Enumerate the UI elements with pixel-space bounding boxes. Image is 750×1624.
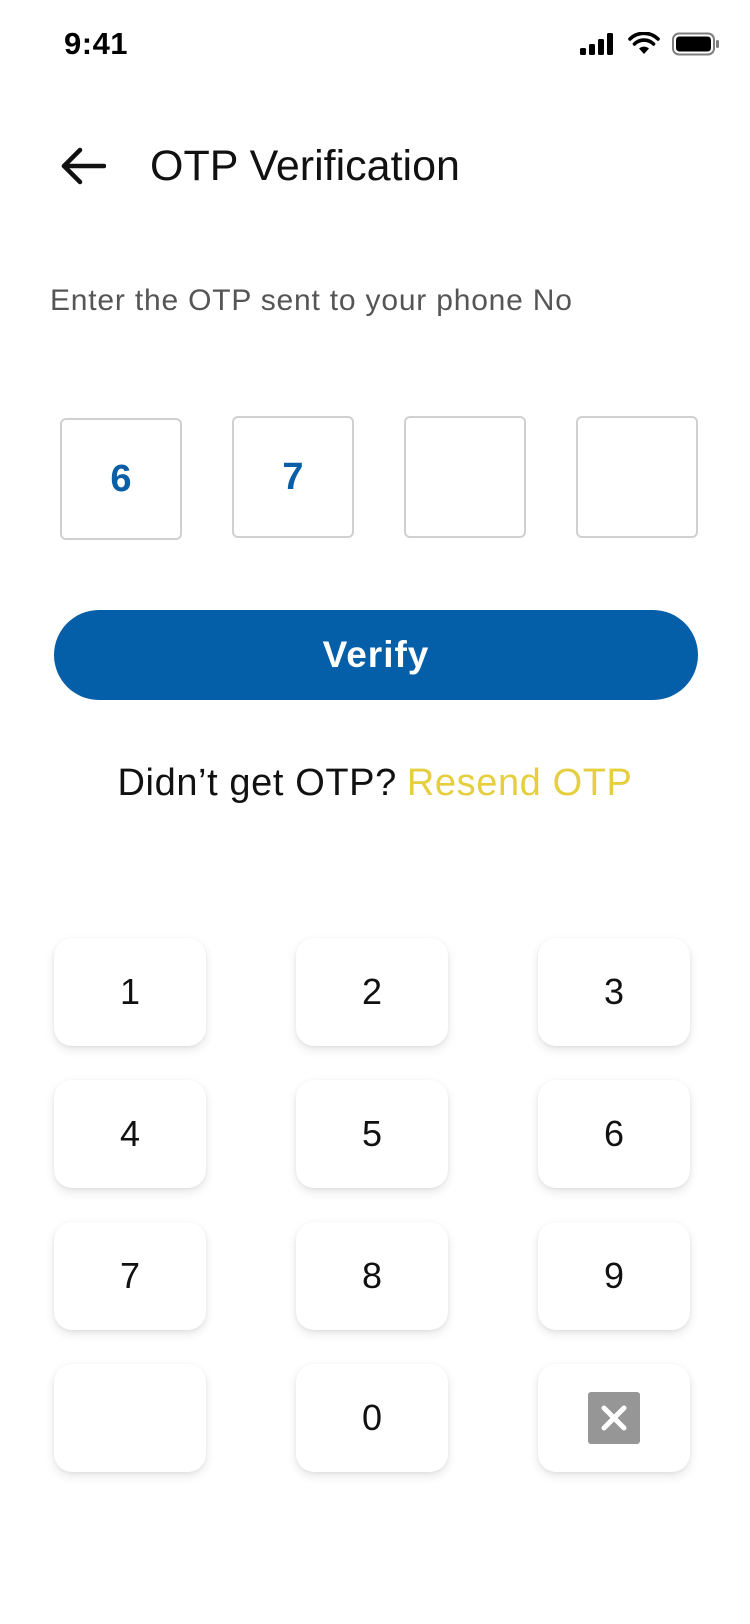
status-bar: 9:41 [0, 0, 750, 92]
resend-otp-link[interactable]: Resend OTP [407, 762, 633, 804]
keypad-key-5[interactable]: 5 [296, 1080, 448, 1188]
keypad-key-6[interactable]: 6 [538, 1080, 690, 1188]
wifi-icon [628, 31, 660, 61]
keypad-delete-button[interactable] [538, 1364, 690, 1472]
page-title: OTP Verification [150, 142, 460, 190]
keypad-key-3[interactable]: 3 [538, 938, 690, 1046]
otp-digit-2[interactable]: 7 [232, 416, 354, 538]
keypad-key-2[interactable]: 2 [296, 938, 448, 1046]
cellular-signal-icon [580, 33, 616, 60]
keypad-key-1[interactable]: 1 [54, 938, 206, 1046]
keypad-key-0[interactable]: 0 [296, 1364, 448, 1472]
numeric-keypad: 1 2 3 4 5 6 7 8 9 0 [0, 938, 750, 1478]
status-icons [580, 31, 720, 61]
keypad-key-blank [54, 1364, 206, 1472]
keypad-key-8[interactable]: 8 [296, 1222, 448, 1330]
resend-prompt: Didn’t get OTP? Resend OTP [0, 762, 750, 805]
backspace-x-icon [588, 1392, 640, 1444]
header: OTP Verification [0, 130, 750, 210]
otp-digit-1[interactable]: 6 [60, 418, 182, 540]
back-button[interactable] [58, 146, 108, 190]
otp-instruction: Enter the OTP sent to your phone No [50, 284, 573, 317]
otp-digit-4[interactable] [576, 416, 698, 538]
verify-button[interactable]: Verify [54, 610, 698, 700]
otp-digit-3[interactable] [404, 416, 526, 538]
arrow-left-icon [60, 146, 107, 191]
keypad-key-7[interactable]: 7 [54, 1222, 206, 1330]
status-time: 9:41 [64, 26, 129, 61]
battery-icon [672, 32, 720, 61]
keypad-key-9[interactable]: 9 [538, 1222, 690, 1330]
resend-prompt-text: Didn’t get OTP? [117, 762, 397, 804]
otp-input-group: 6 7 [60, 416, 700, 540]
keypad-key-4[interactable]: 4 [54, 1080, 206, 1188]
